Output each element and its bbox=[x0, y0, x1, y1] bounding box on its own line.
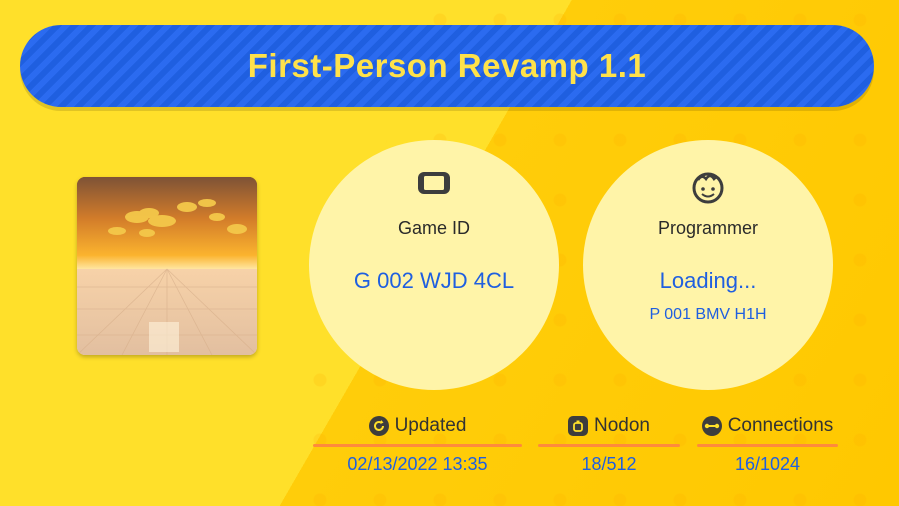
updated-value: 02/13/2022 13:35 bbox=[347, 454, 488, 474]
refresh-icon bbox=[368, 416, 389, 436]
connection-icon bbox=[701, 416, 722, 436]
nodon-icon bbox=[568, 416, 588, 436]
programmer-panel: Programmer Loading... P 001 BMV H1H bbox=[583, 140, 833, 390]
updated-label: Updated bbox=[394, 415, 467, 436]
nodon-underline bbox=[538, 444, 680, 447]
game-title: First-Person Revamp 1.1 bbox=[247, 47, 647, 84]
programmer-label: Programmer bbox=[657, 218, 759, 238]
programmer-name: Loading... bbox=[659, 268, 757, 293]
game-thumbnail bbox=[77, 177, 257, 355]
game-id-value: G 002 WJD 4CL bbox=[353, 268, 515, 293]
switch-console-icon bbox=[417, 170, 451, 201]
title-banner: First-Person Revamp 1.1 bbox=[20, 25, 874, 107]
updated-stat: Updated 02/13/2022 13:35 bbox=[313, 413, 522, 475]
nodon-stat: Nodon 18/512 bbox=[538, 413, 680, 475]
connections-underline bbox=[697, 444, 838, 447]
updated-underline bbox=[313, 444, 522, 447]
nodon-label: Nodon bbox=[594, 415, 650, 436]
nodon-value: 18/512 bbox=[581, 454, 637, 474]
programmer-id: P 001 BMV H1H bbox=[649, 306, 767, 323]
smiley-face-icon bbox=[690, 170, 726, 209]
connections-stat: Connections 16/1024 bbox=[697, 413, 838, 475]
connections-value: 16/1024 bbox=[734, 454, 801, 474]
game-id-panel: Game ID G 002 WJD 4CL bbox=[309, 140, 559, 390]
thumbnail-scene bbox=[77, 177, 257, 355]
connections-label: Connections bbox=[727, 415, 834, 436]
game-id-label: Game ID bbox=[397, 218, 471, 238]
